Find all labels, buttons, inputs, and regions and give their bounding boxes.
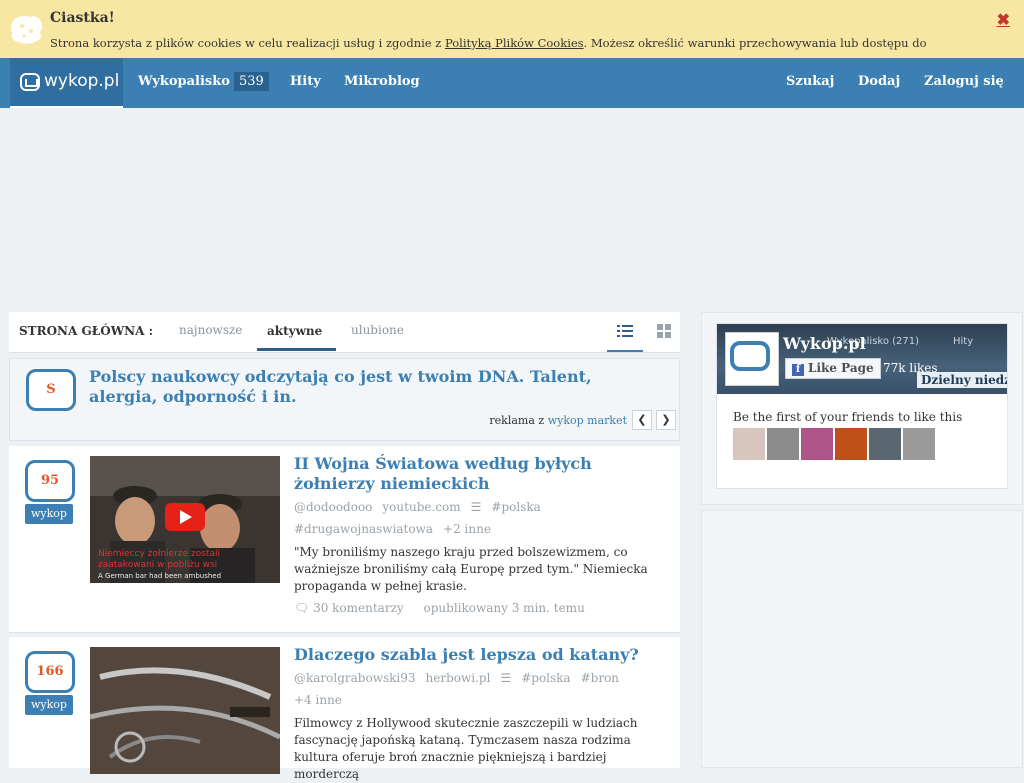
- sponsored-item: S Polscy naukowcy odczytają co jest w tw…: [9, 358, 680, 441]
- nav-hity[interactable]: Hity: [290, 74, 321, 89]
- vote-count: 95: [25, 460, 75, 502]
- wykop-button[interactable]: wykop: [25, 504, 73, 524]
- link-footer: 🗨 30 komentarzy opublikowany 3 min. temu: [294, 601, 585, 615]
- link-meta: @karolgrabowski93 herbowi.pl ☰ #polska #bron…: [294, 667, 674, 711]
- tab-aktywne[interactable]: aktywne: [267, 324, 322, 338]
- like-page-label: Like Page: [808, 361, 874, 375]
- wykop-logo-icon: [20, 73, 40, 91]
- play-icon[interactable]: [165, 503, 205, 531]
- avatar[interactable]: [869, 428, 901, 460]
- avatar[interactable]: [733, 428, 765, 460]
- link-title[interactable]: II Wojna Światowa według byłych żołnierz…: [294, 454, 674, 494]
- page-title: STRONA GŁÓWNA :: [19, 324, 154, 338]
- link-description: Filmowcy z Hollywood skutecznie zaszczep…: [294, 716, 638, 781]
- facebook-icon: f: [792, 364, 804, 376]
- cookie-text-before: Strona korzysta z plików cookies w celu …: [50, 36, 445, 50]
- comments-link[interactable]: 30 komentarzy: [313, 601, 404, 615]
- logo-text: wykop.pl: [44, 71, 120, 91]
- comments-icon: 🗨: [294, 601, 310, 615]
- avatar[interactable]: [801, 428, 833, 460]
- tag-link[interactable]: #polska: [491, 500, 540, 514]
- prev-ad-button[interactable]: ❮: [632, 410, 652, 430]
- more-tags-link[interactable]: +2 inne: [443, 522, 491, 536]
- tab-ulubione[interactable]: ulubione: [351, 323, 404, 337]
- sponsored-title-link[interactable]: Polscy naukowcy odczytają co jest w twoi…: [89, 367, 659, 407]
- vote-count: 166: [25, 651, 75, 693]
- tag-link[interactable]: #drugawojnaswiatowa: [294, 522, 433, 536]
- sponsored-badge: S: [26, 369, 76, 411]
- ad-prefix: reklama z: [489, 414, 548, 427]
- tab-najnowsze[interactable]: najnowsze: [179, 323, 242, 337]
- likes-count: 77k likes: [883, 361, 938, 375]
- wykop-logo-icon: [730, 341, 770, 371]
- next-ad-button[interactable]: ❯: [656, 410, 676, 430]
- friends-text: Be the first of your friends to like thi…: [733, 410, 963, 424]
- facebook-page-logo[interactable]: [725, 332, 779, 386]
- tags-icon: ☰: [470, 500, 482, 514]
- tags-icon: ☰: [500, 671, 512, 685]
- link-meta: @dodoodooo youtube.com ☰ #polska #drugawojn…: [294, 496, 674, 540]
- nav-zaloguj[interactable]: Zaloguj się: [924, 74, 1004, 89]
- cookie-text: Strona korzysta z plików cookies w celu …: [50, 36, 927, 50]
- svg-text:Niemieccy żołnierze zostali: Niemieccy żołnierze zostali: [98, 549, 220, 559]
- link-title[interactable]: Dlaczego szabla jest lepsza od katany?: [294, 645, 674, 665]
- nav-dodaj[interactable]: Dodaj: [858, 74, 900, 89]
- cookie-icon: [10, 16, 42, 44]
- nav-mikroblog[interactable]: Mikroblog: [344, 74, 420, 89]
- author-link[interactable]: @dodoodooo: [294, 500, 372, 514]
- wykop-button[interactable]: wykop: [25, 695, 73, 715]
- sabre-thumbnail-image: [90, 647, 280, 774]
- cover-text: Hity: [953, 336, 974, 347]
- cookie-text-after: . Możesz określić warunki przechowywania…: [583, 36, 927, 50]
- chevron-left-icon: ❮: [637, 413, 647, 426]
- link-description: "My broniliśmy naszego kraju przed bolsz…: [294, 545, 648, 593]
- cookie-title: Ciastka!: [50, 10, 115, 26]
- link-thumbnail[interactable]: [90, 647, 280, 774]
- author-link[interactable]: @karolgrabowski93: [294, 671, 416, 685]
- tag-link[interactable]: #bron: [581, 671, 619, 685]
- chevron-right-icon: ❯: [661, 413, 671, 426]
- list-item: 166 wykop Dlaczego szabla jest lepsza od…: [9, 637, 680, 781]
- svg-text:zaatakowani w pobliżu wsi: zaatakowani w pobliżu wsi: [98, 560, 217, 570]
- avatar[interactable]: [767, 428, 799, 460]
- sidebar-empty-box: [701, 510, 1023, 768]
- close-icon[interactable]: ✖: [997, 10, 1010, 29]
- active-tab-indicator: [257, 348, 336, 351]
- friends-faces: [733, 428, 937, 464]
- main-tabs-bar: STRONA GŁÓWNA : najnowsze aktywne ulubio…: [9, 312, 680, 353]
- cookie-banner: Ciastka! Strona korzysta z plików cookie…: [0, 0, 1024, 58]
- link-thumbnail[interactable]: Niemieccy żołnierze zostali zaatakowani …: [90, 456, 280, 583]
- avatar[interactable]: [903, 428, 935, 460]
- logo[interactable]: wykop.pl: [10, 58, 123, 108]
- svg-text:A German bar had been ambushed: A German bar had been ambushed: [98, 572, 221, 580]
- avatar[interactable]: [835, 428, 867, 460]
- facebook-page-widget: Wykopalisko (271) Hity Dzielny niedźwiad…: [716, 323, 1008, 489]
- facebook-page-name[interactable]: Wykop.pl: [783, 334, 866, 353]
- tag-link[interactable]: #polska: [521, 671, 570, 685]
- grid-icon: [657, 324, 671, 338]
- list-icon: [617, 325, 633, 337]
- nav-szukaj[interactable]: Szukaj: [786, 74, 834, 89]
- nav-wykopalisko-label: Wykopalisko: [138, 74, 230, 89]
- top-navbar: wykop.pl Wykopalisko 539 Hity Mikroblog S…: [0, 58, 1024, 108]
- domain-link[interactable]: youtube.com: [382, 500, 460, 514]
- nav-wykopalisko[interactable]: Wykopalisko 539: [138, 72, 269, 91]
- cookie-policy-link[interactable]: Polityką Plików Cookies: [445, 36, 584, 50]
- grid-view-toggle[interactable]: [649, 322, 679, 350]
- ad-label: reklama z wykop market: [489, 414, 627, 427]
- more-tags-link[interactable]: +4 inne: [294, 693, 342, 707]
- list-item: 95 wykop Niemieccy żołnierze zostali zaa…: [9, 446, 680, 633]
- wykopalisko-count-badge: 539: [233, 72, 269, 91]
- list-view-toggle[interactable]: [607, 322, 643, 352]
- wykop-market-link[interactable]: wykop market: [548, 414, 627, 427]
- published-time: opublikowany 3 min. temu: [423, 601, 585, 615]
- like-page-button[interactable]: f Like Page: [785, 358, 881, 379]
- domain-link[interactable]: herbowi.pl: [426, 671, 491, 685]
- sidebar-facebook-box: Wykopalisko (271) Hity Dzielny niedźwiad…: [701, 312, 1023, 505]
